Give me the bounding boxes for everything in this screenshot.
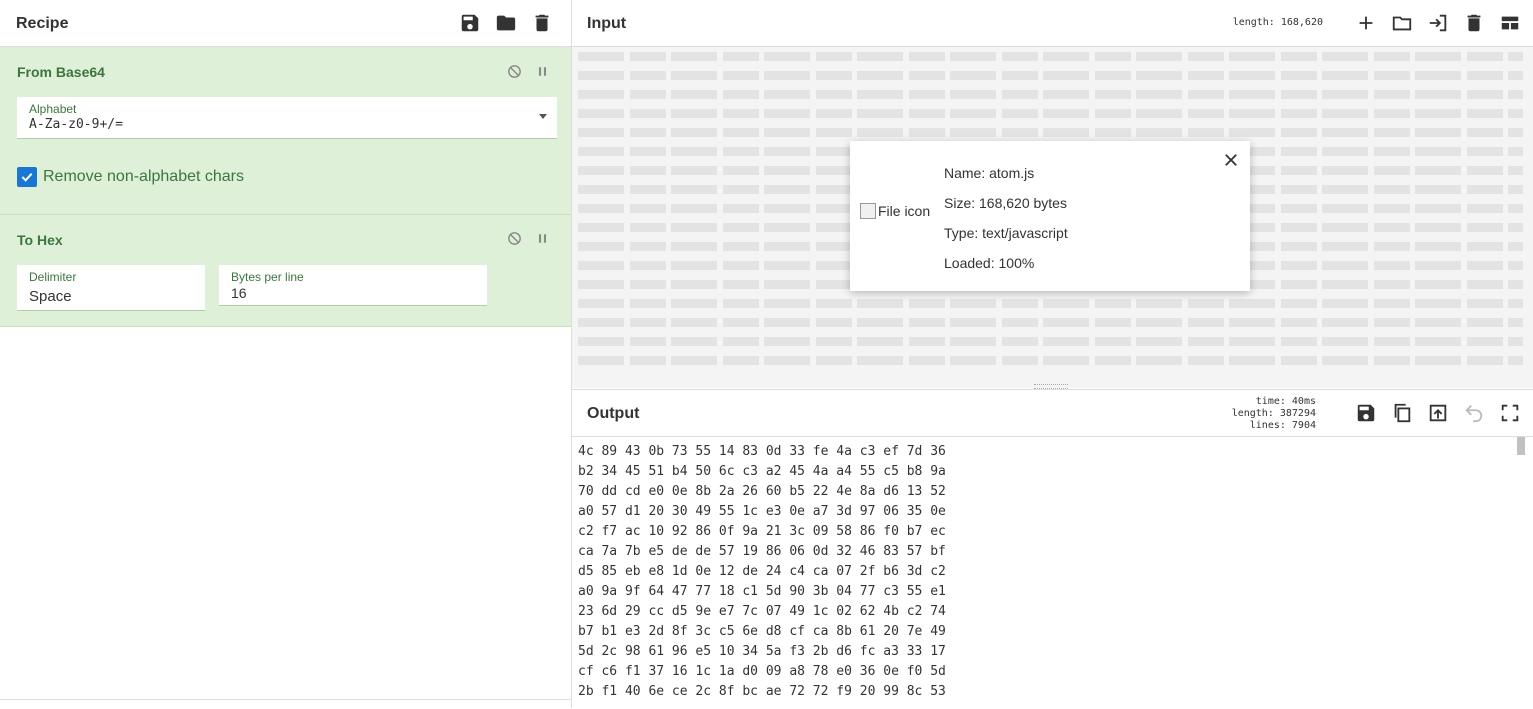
alphabet-value: A-Za-z0-9+/= bbox=[29, 117, 123, 132]
recipe-pane: Recipe From Base64 Alphabet A-Za-z0-9+/=… bbox=[0, 0, 572, 708]
disable-icon bbox=[507, 64, 521, 78]
remove-non-alphabet-label: Remove non-alphabet chars bbox=[43, 168, 245, 185]
operation-title: From Base64 bbox=[17, 64, 105, 80]
undo-icon bbox=[1465, 405, 1483, 423]
folder-open-icon bbox=[1392, 16, 1412, 31]
bytes-per-line-label: Bytes per line bbox=[231, 270, 304, 284]
bytes-per-line-field[interactable]: Bytes per line 16 bbox=[219, 265, 487, 306]
copy-output-button[interactable] bbox=[1389, 400, 1415, 426]
remove-non-alphabet-checkbox[interactable] bbox=[17, 167, 37, 187]
check-icon bbox=[21, 172, 33, 182]
trash-icon bbox=[535, 14, 549, 32]
recipe-title: Recipe bbox=[16, 15, 69, 32]
open-file-button[interactable] bbox=[1425, 10, 1451, 36]
divider bbox=[0, 699, 571, 700]
plus-icon bbox=[1359, 16, 1373, 30]
disable-operation-button[interactable] bbox=[505, 62, 523, 80]
save-icon bbox=[1357, 404, 1375, 422]
clear-recipe-button[interactable] bbox=[529, 10, 555, 36]
replace-input-button[interactable] bbox=[1425, 400, 1451, 426]
open-folder-button[interactable] bbox=[1389, 10, 1415, 36]
layout-icon bbox=[1501, 16, 1519, 30]
bytes-per-line-value: 16 bbox=[231, 285, 247, 301]
output-title: Output bbox=[587, 405, 640, 422]
save-output-button[interactable] bbox=[1353, 400, 1379, 426]
output-toolbar bbox=[1353, 400, 1523, 426]
breakpoint-button[interactable] bbox=[533, 62, 551, 80]
input-header: Input length: 168,620 bbox=[572, 0, 1533, 47]
operation-title: To Hex bbox=[17, 232, 63, 248]
fullscreen-icon bbox=[1501, 404, 1519, 422]
pause-icon bbox=[538, 66, 546, 76]
input-length: length: 168,620 bbox=[1232, 17, 1323, 28]
chevron-down-icon bbox=[539, 114, 547, 119]
output-lines: lines: 7904 bbox=[1249, 420, 1316, 431]
alphabet-label: Alphabet bbox=[29, 102, 77, 116]
delimiter-label: Delimiter bbox=[29, 270, 77, 284]
recipe-header: Recipe bbox=[0, 0, 571, 47]
disable-icon bbox=[507, 231, 521, 245]
input-title: Input bbox=[587, 15, 627, 32]
copy-icon bbox=[1394, 403, 1411, 423]
output-time: time: 40ms bbox=[1255, 396, 1316, 407]
close-icon[interactable] bbox=[1222, 151, 1240, 169]
input-toolbar bbox=[1353, 10, 1523, 36]
folder-open-icon bbox=[496, 15, 516, 31]
file-icon: File icon bbox=[860, 203, 930, 219]
output-scrollbar[interactable] bbox=[1517, 437, 1525, 455]
file-size: Size: 168,620 bytes bbox=[944, 195, 1067, 211]
file-details-card: File icon Name: atom.js Size: 168,620 by… bbox=[850, 141, 1250, 291]
output-text[interactable]: 4c 89 43 0b 73 55 14 83 0d 33 fe 4a c3 e… bbox=[578, 442, 946, 702]
output-length: length: 387294 bbox=[1231, 408, 1316, 419]
undo-button[interactable] bbox=[1461, 400, 1487, 426]
trash-icon bbox=[1467, 14, 1481, 32]
load-recipe-button[interactable] bbox=[493, 10, 519, 36]
save-recipe-button[interactable] bbox=[457, 10, 483, 36]
save-icon bbox=[461, 14, 479, 32]
file-type: Type: text/javascript bbox=[944, 225, 1068, 241]
output-stats: time: 40ms length: 387294 lines: 7904 bbox=[1232, 396, 1316, 432]
output-pane: Output time: 40ms length: 387294 lines: … bbox=[572, 389, 1533, 709]
import-icon bbox=[1429, 14, 1447, 32]
breakpoint-button[interactable] bbox=[533, 229, 551, 247]
operation-to-hex: To Hex Delimiter Space Bytes per line 16 bbox=[0, 215, 571, 327]
file-loaded: Loaded: 100% bbox=[944, 255, 1035, 271]
clear-input-button[interactable] bbox=[1461, 10, 1487, 36]
pause-icon bbox=[538, 233, 546, 243]
file-name: Name: atom.js bbox=[944, 165, 1035, 181]
alphabet-select[interactable]: Alphabet A-Za-z0-9+/= bbox=[17, 97, 557, 139]
maximise-output-button[interactable] bbox=[1497, 400, 1523, 426]
delimiter-value: Space bbox=[29, 288, 72, 305]
output-header: Output time: 40ms length: 387294 lines: … bbox=[572, 390, 1533, 437]
export-icon bbox=[1429, 404, 1447, 422]
operation-controls bbox=[505, 229, 551, 247]
add-input-tab-button[interactable] bbox=[1353, 10, 1379, 36]
operation-controls bbox=[505, 62, 551, 80]
delimiter-field[interactable]: Delimiter Space bbox=[17, 265, 205, 311]
reset-layout-button[interactable] bbox=[1497, 10, 1523, 36]
operation-from-base64: From Base64 Alphabet A-Za-z0-9+/= Remove… bbox=[0, 47, 571, 215]
disable-operation-button[interactable] bbox=[505, 229, 523, 247]
recipe-toolbar bbox=[457, 10, 555, 36]
